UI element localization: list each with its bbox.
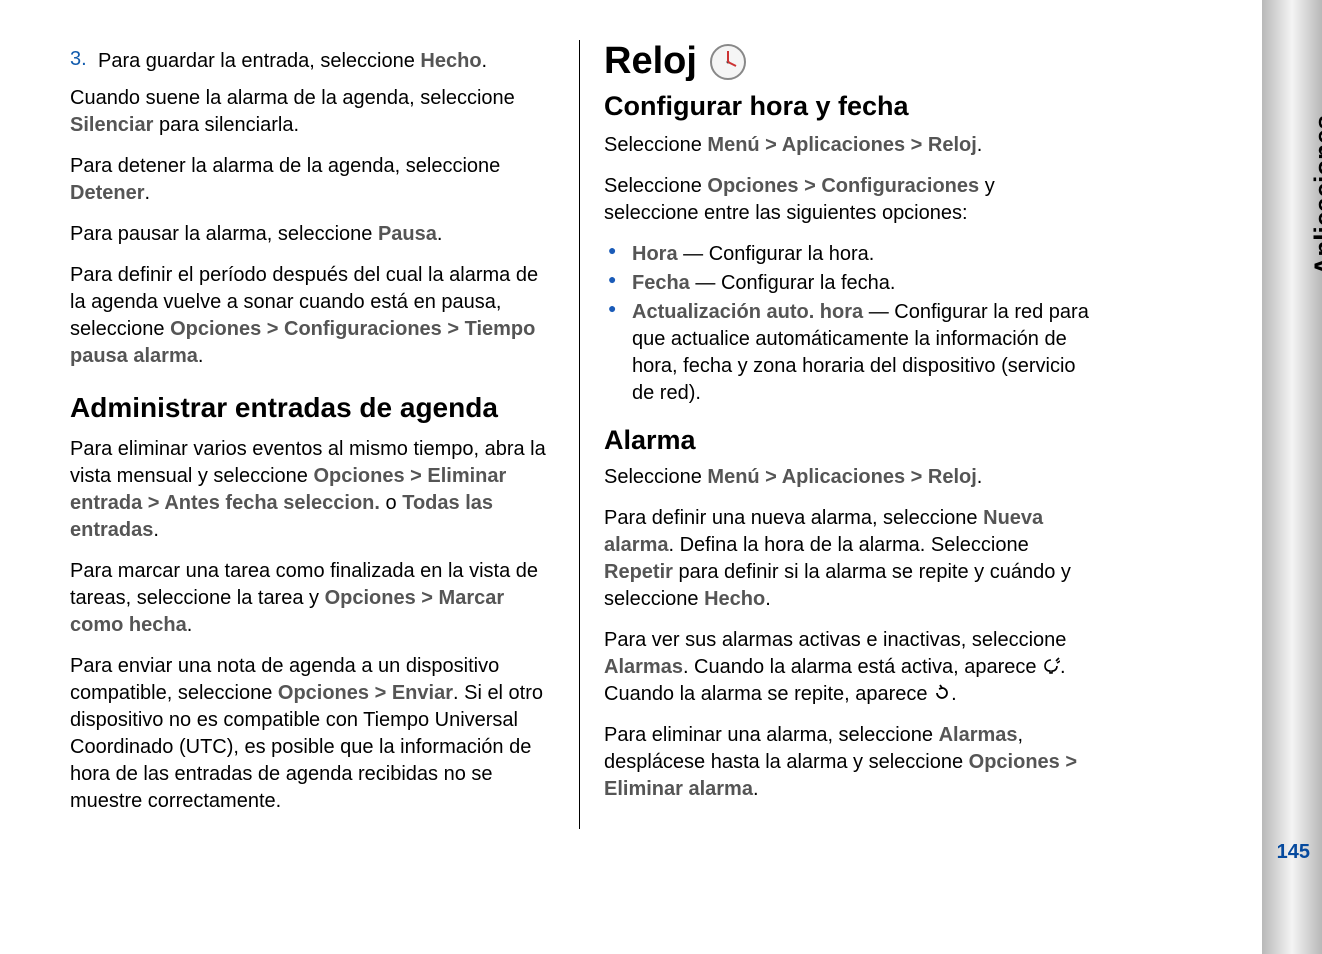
alarm-repeat-icon — [933, 684, 951, 702]
para-snooze-time: Para definir el período después del cual… — [70, 262, 559, 370]
nav-path-2: Seleccione Menú > Aplicaciones > Reloj. — [604, 464, 1094, 491]
para-pause: Para pausar la alarma, seleccione Pausa. — [70, 221, 559, 248]
page-number: 145 — [1277, 841, 1310, 864]
para-view-alarms: Para ver sus alarmas activas e inactivas… — [604, 627, 1094, 708]
right-column: Reloj Configurar hora y fecha Seleccione… — [584, 40, 1114, 829]
list-item-fecha: Fecha — Configurar la fecha. — [604, 270, 1094, 297]
step-number: 3. — [70, 48, 98, 75]
para-delete-entries: Para eliminar varios eventos al mismo ti… — [70, 436, 559, 544]
heading-clock: Reloj — [604, 40, 697, 83]
clock-icon — [709, 43, 747, 81]
para-delete-alarm: Para eliminar una alarma, seleccione Ala… — [604, 722, 1094, 803]
options-list: Hora — Configurar la hora. Fecha — Confi… — [604, 241, 1094, 407]
nav-path-1: Seleccione Menú > Aplicaciones > Reloj. — [604, 132, 1094, 159]
step-text: Para guardar la entrada, seleccione Hech… — [98, 48, 487, 75]
para-send-note: Para enviar una nota de agenda a un disp… — [70, 653, 559, 815]
list-item-hora: Hora — Configurar la hora. — [604, 241, 1094, 268]
sidebar-tab: Aplicaciones 145 — [1262, 0, 1322, 954]
heading-configure-datetime: Configurar hora y fecha — [604, 91, 1094, 122]
para-select-options: Seleccione Opciones > Configuraciones y … — [604, 173, 1094, 227]
para-silence: Cuando suene la alarma de la agenda, sel… — [70, 85, 559, 139]
heading-alarm: Alarma — [604, 425, 1094, 456]
sidebar-label: Aplicaciones — [1308, 115, 1322, 275]
para-new-alarm: Para definir una nueva alarma, seleccion… — [604, 505, 1094, 613]
title-row: Reloj — [604, 40, 1094, 83]
list-item-auto-update: Actualización auto. hora — Configurar la… — [604, 299, 1094, 407]
heading-manage-entries: Administrar entradas de agenda — [70, 392, 559, 424]
para-stop: Para detener la alarma de la agenda, sel… — [70, 153, 559, 207]
alarm-active-icon — [1042, 657, 1060, 675]
para-mark-done: Para marcar una tarea como finalizada en… — [70, 558, 559, 639]
left-column: 3. Para guardar la entrada, seleccione H… — [50, 40, 580, 829]
page-content: 3. Para guardar la entrada, seleccione H… — [0, 0, 1180, 869]
step-3: 3. Para guardar la entrada, seleccione H… — [70, 48, 559, 75]
